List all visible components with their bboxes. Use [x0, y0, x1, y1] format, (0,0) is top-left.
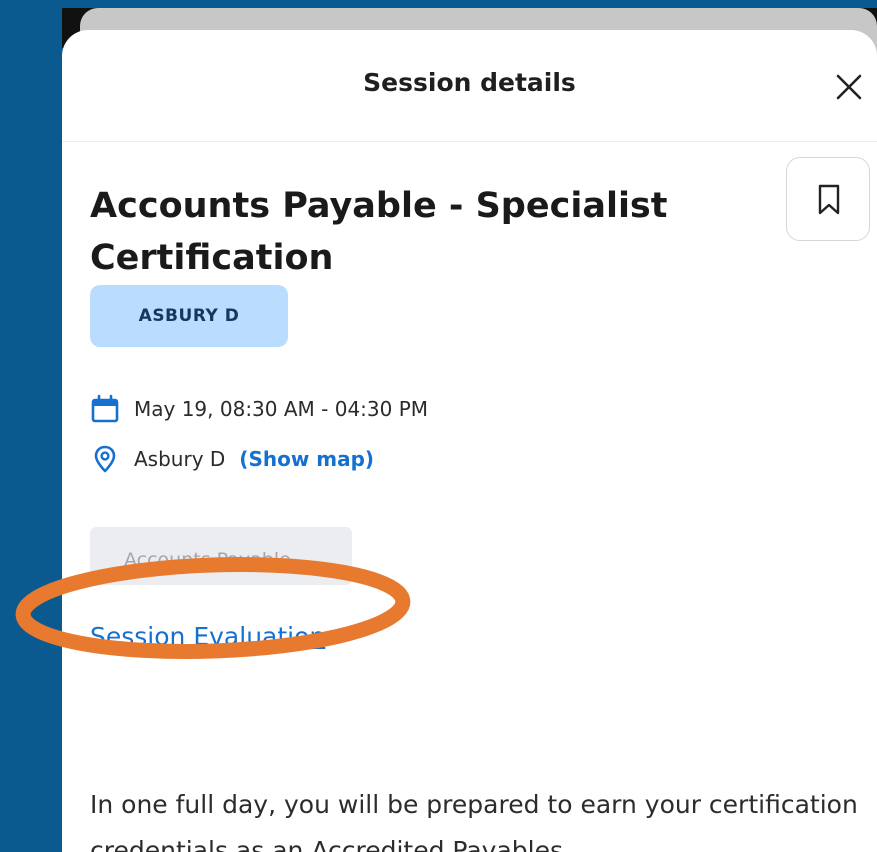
close-button[interactable] [832, 70, 866, 104]
header-title: Session details [363, 68, 576, 97]
session-details-sheet: Session details Accounts Payable - Speci… [62, 30, 877, 852]
bookmark-icon [818, 184, 840, 215]
track-chip[interactable]: ASBURY D [90, 285, 288, 347]
session-title: Accounts Payable - Specialist Certificat… [90, 186, 668, 278]
bookmark-button[interactable] [786, 157, 870, 241]
screen: Session details Accounts Payable - Speci… [0, 0, 877, 852]
location-row: Asbury D (Show map) [90, 444, 374, 474]
session-location: Asbury D [134, 447, 226, 471]
datetime-row: May 19, 08:30 AM - 04:30 PM [90, 394, 428, 424]
calendar-icon [90, 394, 120, 424]
tag-label: Accounts Payable [124, 549, 291, 571]
show-map-link[interactable]: (Show map) [239, 447, 374, 471]
session-description: In one full day, you will be prepared to… [90, 790, 858, 852]
session-datetime: May 19, 08:30 AM - 04:30 PM [134, 397, 429, 421]
session-evaluation-link[interactable]: Session Evaluation [90, 622, 325, 651]
tag-chip[interactable]: Accounts Payable [90, 527, 352, 585]
close-icon [836, 74, 862, 100]
location-pin-icon [90, 444, 120, 474]
sheet-header: Session details [62, 30, 877, 142]
